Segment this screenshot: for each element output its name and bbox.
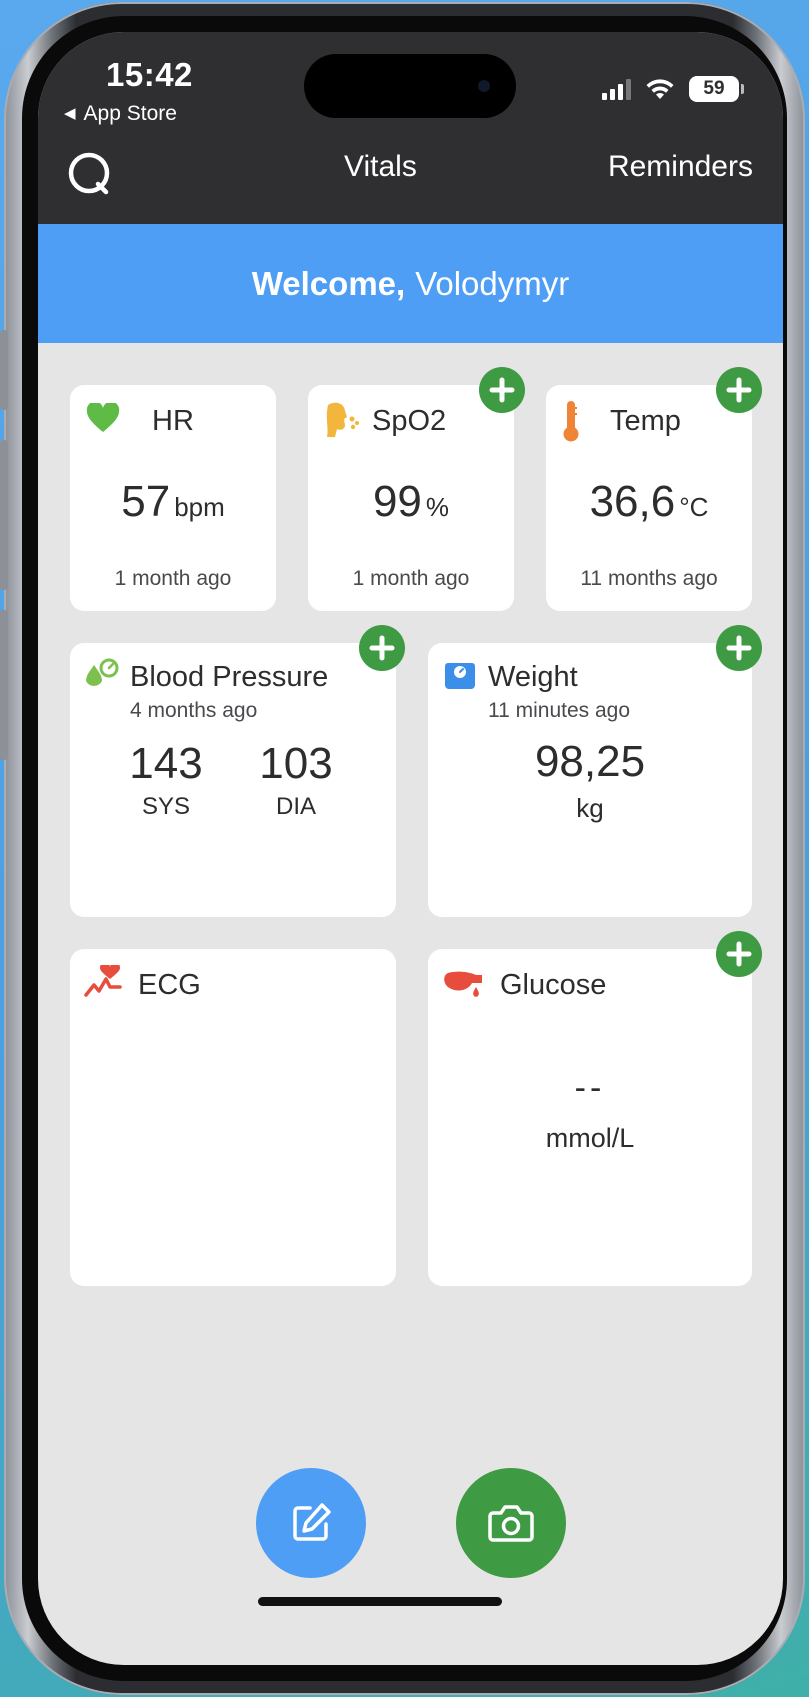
glucose-icon (444, 971, 482, 997)
back-arrow-icon: ◀ (64, 105, 76, 122)
back-label: App Store (83, 102, 177, 125)
weight-unit: kg (576, 793, 604, 823)
wifi-icon (646, 79, 674, 99)
add-spo2-button[interactable] (479, 367, 525, 413)
side-button-action (0, 330, 8, 410)
bp-sys-value: 143 (129, 739, 203, 788)
card-temp[interactable]: Temp 36,6 °C 11 months ago (546, 385, 752, 611)
back-to-app-store[interactable]: ◀ App Store (64, 102, 177, 126)
add-glucose-button[interactable] (716, 931, 762, 977)
breath-icon (326, 402, 359, 437)
welcome-prefix: Welcome, (251, 264, 406, 302)
plus-icon (726, 635, 752, 661)
welcome-banner: Welcome, Volodymyr (38, 224, 783, 343)
card-blood-pressure[interactable]: Blood Pressure 4 months ago 143 SYS 103 … (70, 643, 396, 917)
camera-icon (488, 1505, 534, 1542)
bp-dia-value: 103 (259, 739, 333, 788)
temp-unit: °C (679, 492, 709, 522)
bp-dia-label: DIA (275, 793, 316, 820)
heart-icon (86, 403, 120, 432)
thermometer-icon (563, 401, 579, 442)
edit-entry-button[interactable] (256, 1468, 366, 1578)
card-bp-title: Blood Pressure (130, 661, 329, 693)
weight-value: 98,25 (534, 737, 646, 786)
bp-sys-block: 143 SYS (116, 739, 216, 821)
card-hr[interactable]: HR 57 bpm 1 month ago (70, 385, 276, 611)
card-spo2-title: SpO2 (372, 405, 447, 437)
side-button-volume-up (0, 440, 8, 590)
bp-last-updated: 4 months ago (130, 699, 258, 722)
card-spo2[interactable]: SpO2 99% 1 month ago (308, 385, 514, 611)
hr-unit: bpm (174, 492, 225, 522)
card-ecg[interactable]: ECG (70, 949, 396, 1286)
battery-level: 59 (703, 78, 725, 99)
card-weight-title: Weight (488, 661, 578, 693)
ecg-icon (84, 965, 122, 997)
spo2-last-updated: 1 month ago (352, 567, 470, 590)
card-temp-value-row: 36,6 °C (546, 477, 752, 527)
card-hr-value-row: 57 bpm (70, 477, 276, 527)
spo2-unit: % (425, 492, 450, 522)
tab-vitals[interactable]: Vitals (344, 150, 417, 184)
hr-last-updated: 1 month ago (114, 567, 232, 590)
hr-value: 57 (121, 477, 171, 526)
card-weight[interactable]: Weight 11 minutes ago 98,25 kg (428, 643, 752, 917)
side-button-volume-down (0, 610, 8, 760)
home-indicator[interactable] (258, 1597, 502, 1606)
status-time: 15:42 (106, 56, 193, 93)
card-spo2-value-row: 99% (308, 477, 514, 527)
glucose-value: -- (574, 1069, 606, 1107)
spo2-value: 99 (372, 477, 422, 526)
tab-reminders[interactable]: Reminders (608, 150, 753, 184)
temp-value: 36,6 (589, 477, 676, 526)
bp-dia-block: 103 DIA (246, 739, 346, 821)
welcome-user-name: Volodymyr (415, 264, 570, 302)
status-icons: 59 (602, 76, 744, 102)
card-ecg-title: ECG (138, 969, 201, 1001)
card-hr-title: HR (152, 405, 194, 437)
camera-capture-button[interactable] (456, 1468, 566, 1578)
dynamic-island (304, 54, 516, 118)
app-logo-icon[interactable] (66, 150, 114, 198)
blood-pressure-icon (86, 658, 119, 686)
plus-icon (369, 635, 395, 661)
battery-icon: 59 (689, 76, 744, 102)
add-temp-button[interactable] (716, 367, 762, 413)
plus-icon (726, 941, 752, 967)
plus-icon (726, 377, 752, 403)
app-header: 15:42 ◀ App Store 59 Vitals Reminders (38, 32, 783, 224)
temp-last-updated: 11 months ago (580, 567, 718, 590)
add-blood-pressure-button[interactable] (359, 625, 405, 671)
card-temp-title: Temp (610, 405, 681, 437)
add-weight-button[interactable] (716, 625, 762, 671)
plus-icon (489, 377, 515, 403)
cellular-signal-icon (602, 78, 631, 100)
card-glucose-title: Glucose (500, 969, 607, 1001)
bp-sys-label: SYS (141, 793, 191, 820)
edit-icon (293, 1503, 331, 1541)
glucose-unit: mmol/L (545, 1123, 635, 1153)
scale-icon (445, 663, 475, 689)
weight-last-updated: 11 minutes ago (488, 699, 631, 722)
card-glucose[interactable]: Glucose -- mmol/L (428, 949, 752, 1286)
app-screen: 15:42 ◀ App Store 59 Vitals Reminders Wel… (38, 32, 783, 1665)
